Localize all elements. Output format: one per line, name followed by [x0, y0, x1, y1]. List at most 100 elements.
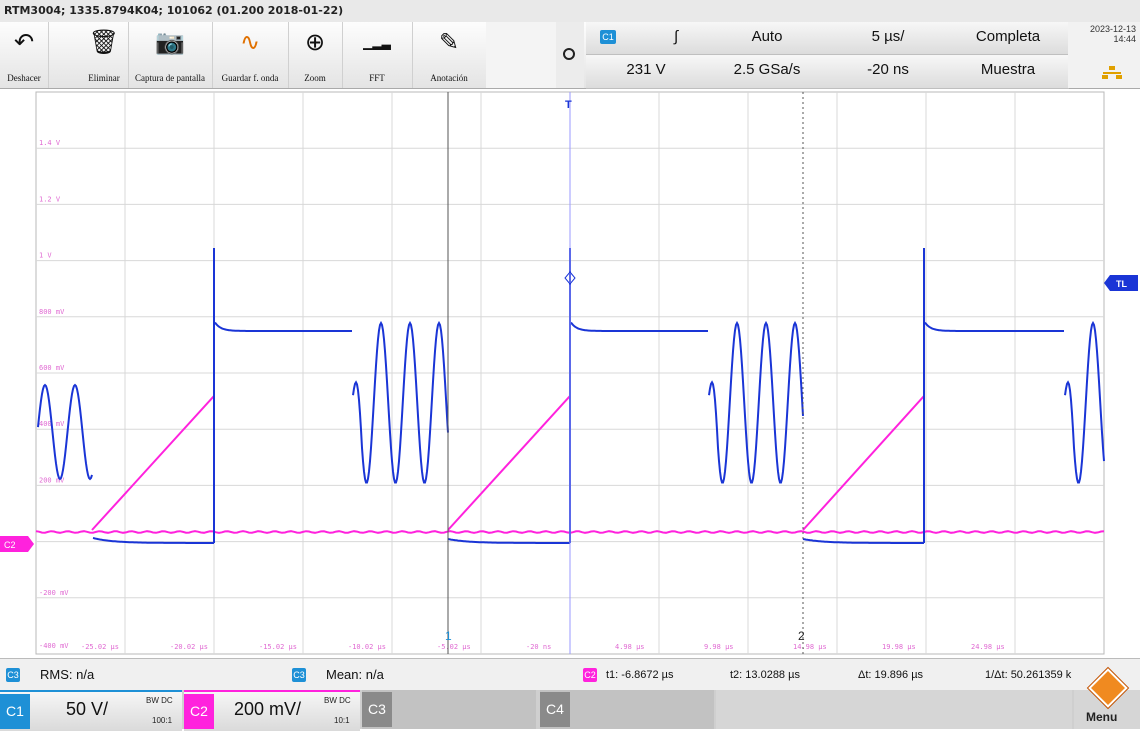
cursor-delta-t: Δt: 19.896 µs	[858, 669, 924, 681]
waveform-display[interactable]: 1.4 V 1.2 V1 V 800 mV 600 mV 400 mV 200 mV -20…	[0, 88, 1140, 658]
acquisition-state: Completa	[975, 28, 1041, 45]
trigger-level-marker: TL	[1116, 279, 1127, 289]
channel1-panel[interactable]: C1 50 V/ BW DC 100:1	[0, 690, 182, 731]
channel2-scale: 200 mV/	[234, 699, 302, 719]
trigger-level: 231 V	[626, 61, 666, 78]
clock: 2023-12-13 14:44	[1068, 22, 1140, 88]
channel1-probe: 100:1	[152, 716, 173, 725]
acq-mode: Muestra	[980, 61, 1036, 78]
y-axis-label: 1.4 V	[39, 139, 61, 147]
title-bar: RTM3004; 1335.8794K04; 101062 (01.200 20…	[0, 0, 1140, 23]
channel3-tag: C3	[362, 692, 392, 727]
channel-bar: C1 50 V/ BW DC 100:1 C2 200 mV/ BW DC 10…	[0, 668, 1140, 731]
cursor-t2: t2: 13.0288 µs	[730, 669, 800, 681]
annotation-button[interactable]: ✎ Anotación	[412, 22, 487, 88]
horizontal-position-box[interactable]: -20 ns	[828, 55, 949, 89]
horizontal-position: -20 ns	[867, 61, 909, 78]
cursor-source-chip: C2	[583, 668, 597, 682]
annotation-label: Anotación	[430, 73, 468, 83]
y-axis-label: 800 mV	[39, 308, 65, 316]
mean-source-chip: C3	[292, 668, 306, 682]
channel2-coupling: BW DC	[324, 696, 351, 705]
trigger-mode-box[interactable]: Auto	[706, 22, 829, 55]
save-waveform-button[interactable]: ∿ Guardar f. onda	[212, 22, 289, 88]
acquisition-box[interactable]: Completa	[948, 22, 1069, 55]
channel2-probe: 10:1	[334, 716, 350, 725]
scope-graticule[interactable]: 1.4 V1.2 V1 V800 mV600 mV400 mV200 mV-20…	[0, 88, 1140, 658]
y-axis-label: 600 mV	[39, 364, 65, 372]
undo-button[interactable]: ↶ Deshacer	[0, 22, 49, 88]
x-axis-label: 24.98 µs	[971, 643, 1005, 651]
trigger-level-box[interactable]: 231 V	[586, 55, 707, 89]
delete-button[interactable]: 🗑 Eliminar	[80, 22, 129, 88]
channel4-panel[interactable]: C4	[540, 690, 714, 729]
menu-button[interactable]: Menu	[1074, 668, 1140, 729]
trigger-source-box[interactable]: C1	[586, 22, 647, 55]
x-axis-label: -25.02 µs	[81, 643, 119, 651]
undo-label: Deshacer	[7, 73, 41, 83]
time-base-box[interactable]: 5 µs/	[828, 22, 949, 55]
cursor1-marker: 1	[445, 629, 452, 643]
channel2-tag: C2	[184, 694, 214, 729]
more-tools-toggle[interactable]	[556, 22, 584, 88]
rising-edge-icon: ∫	[673, 28, 679, 45]
cursor2-marker: 2	[798, 629, 805, 643]
date: 2023-12-13	[1089, 24, 1136, 34]
measurement-bar: C3 RMS: n/a C3 Mean: n/a C2 t1: -6.8672 …	[0, 658, 1140, 691]
x-axis-label: -15.02 µs	[259, 643, 297, 651]
rms-source-chip: C3	[6, 668, 20, 682]
trigger-mode: Auto	[751, 28, 783, 45]
channel2-ground-marker: C2	[4, 540, 16, 550]
zoom-icon: ⊕	[304, 29, 326, 56]
y-axis-label: 1 V	[39, 252, 52, 260]
trash-icon: 🗑	[88, 29, 120, 56]
zoom-button[interactable]: ⊕ Zoom	[288, 22, 343, 88]
cursor-inverse-delta-t: 1/Δt: 50.261359 k	[985, 669, 1072, 681]
cursor-t1: t1: -6.8672 µs	[606, 669, 674, 681]
channel1-tag: C1	[0, 694, 30, 729]
camera-icon: 📷	[155, 29, 185, 56]
acq-mode-box[interactable]: Muestra	[948, 55, 1069, 89]
channel4-tag: C4	[540, 692, 570, 727]
save-waveform-label: Guardar f. onda	[221, 73, 279, 83]
x-axis-label: -5.02 µs	[437, 643, 471, 651]
mean-measurement[interactable]: Mean: n/a	[326, 667, 384, 682]
menu-label: Menu	[1086, 710, 1118, 724]
x-axis-label: 14.98 µs	[793, 643, 827, 651]
y-axis-label: -200 mV	[39, 589, 69, 597]
channel2-panel[interactable]: C2 200 mV/ BW DC 10:1	[184, 690, 360, 731]
toolbar: ↶ Deshacer 🗑 Eliminar 📷 Captura de panta…	[0, 22, 1140, 89]
instrument-id: RTM3004; 1335.8794K04; 101062 (01.200 20…	[4, 4, 344, 17]
fft-icon: ▁▂▃	[363, 36, 391, 50]
y-axis-label: -400 mV	[39, 642, 69, 650]
time-base: 5 µs/	[871, 28, 905, 45]
pencil-icon: ✎	[438, 29, 460, 56]
sample-rate-box[interactable]: 2.5 GSa/s	[706, 55, 829, 89]
screenshot-button[interactable]: 📷 Captura de pantalla	[128, 22, 213, 88]
channel3-panel[interactable]: C3	[362, 690, 536, 729]
fft-label: FFT	[369, 73, 385, 83]
save-waveform-icon: ∿	[239, 29, 261, 56]
trigger-slope-box[interactable]: ∫	[646, 22, 707, 55]
undo-icon: ↶	[13, 29, 35, 56]
x-axis-label: -20.02 µs	[170, 643, 208, 651]
y-axis-label: 1.2 V	[39, 195, 61, 203]
time: 14:44	[1113, 34, 1136, 44]
dot-icon	[563, 48, 575, 60]
toolbar-spacer	[486, 22, 556, 88]
sample-rate: 2.5 GSa/s	[733, 61, 801, 78]
channel-bar-spacer	[716, 690, 1072, 729]
x-axis-label: 9.98 µs	[704, 643, 734, 651]
x-axis-label: 4.98 µs	[615, 643, 645, 651]
zoom-label: Zoom	[304, 73, 326, 83]
x-axis-label: -20 ns	[526, 643, 551, 651]
trigger-source-chip: C1	[600, 30, 616, 44]
trigger-marker: T	[565, 99, 572, 111]
x-axis-label: -10.02 µs	[348, 643, 386, 651]
channel1-scale: 50 V/	[66, 699, 109, 719]
delete-label: Eliminar	[88, 73, 120, 83]
network-icon[interactable]	[1102, 66, 1122, 80]
rms-measurement[interactable]: RMS: n/a	[40, 667, 94, 682]
screenshot-label: Captura de pantalla	[135, 73, 205, 83]
fft-button[interactable]: ▁▂▃ FFT	[342, 22, 413, 88]
